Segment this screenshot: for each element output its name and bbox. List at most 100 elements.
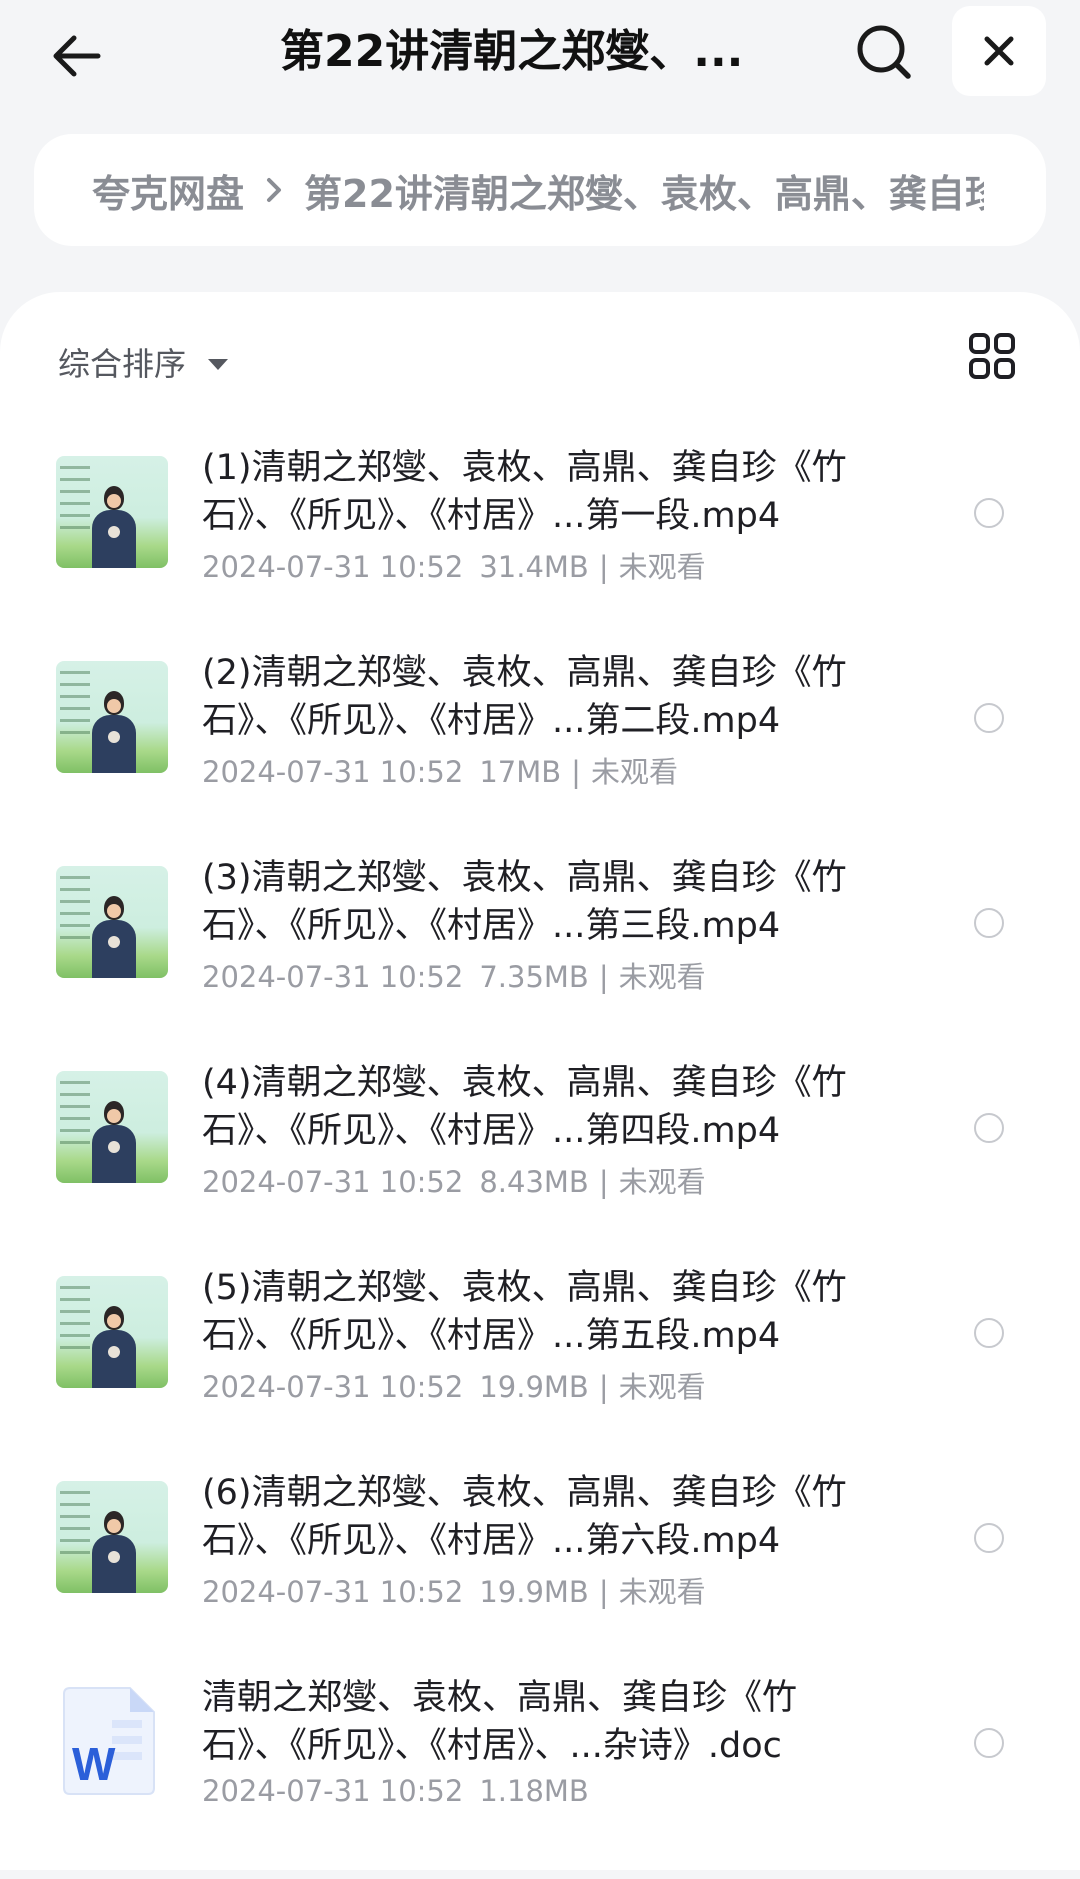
thumbnail-text-lines <box>60 1286 90 1356</box>
file-row[interactable]: (3)清朝之郑燮、袁枚、高鼎、龚自珍《竹石》、《所见》、《村居》...第三段.m… <box>0 854 1080 1059</box>
file-meta: 2024-07-31 10:52 17MB | 未观看 <box>202 749 678 791</box>
select-checkbox[interactable] <box>974 703 1004 733</box>
thumbnail-presenter <box>92 691 136 773</box>
file-row[interactable]: (6)清朝之郑燮、袁枚、高鼎、龚自珍《竹石》、《所见》、《村居》...第六段.m… <box>0 1469 1080 1674</box>
presenter-body <box>92 1125 136 1183</box>
file-row[interactable]: (2)清朝之郑燮、袁枚、高鼎、龚自珍《竹石》、《所见》、《村居》...第二段.m… <box>0 649 1080 854</box>
meta-divider: | <box>598 1165 609 1199</box>
thumbnail-text-lines <box>60 466 90 536</box>
thumbnail-text-lines <box>60 876 90 946</box>
file-row[interactable]: (4)清朝之郑燮、袁枚、高鼎、龚自珍《竹石》、《所见》、《村居》...第四段.m… <box>0 1059 1080 1264</box>
grid-view-button[interactable] <box>968 332 1024 388</box>
presenter-body <box>92 510 136 568</box>
file-name: (5)清朝之郑燮、袁枚、高鼎、龚自珍《竹石》、《所见》、《村居》...第五段.m… <box>202 1268 847 1356</box>
video-thumbnail[interactable] <box>56 866 168 978</box>
watch-status: 未观看 <box>618 1165 706 1199</box>
select-checkbox[interactable] <box>974 1318 1004 1348</box>
thumbnail-presenter <box>92 1101 136 1183</box>
video-thumbnail[interactable] <box>56 456 168 568</box>
watch-status: 未观看 <box>618 1370 706 1404</box>
presenter-face <box>107 1109 121 1123</box>
presenter-badge <box>108 1141 120 1153</box>
file-size: 19.9MB <box>479 1370 589 1404</box>
file-meta: 2024-07-31 10:52 19.9MB | 未观看 <box>202 1569 706 1611</box>
caret-down-icon <box>208 358 229 370</box>
file-size: 31.4MB <box>479 550 589 584</box>
file-size: 19.9MB <box>479 1575 589 1609</box>
file-date: 2024-07-31 10:52 <box>202 550 464 584</box>
video-thumbnail[interactable] <box>56 1276 168 1388</box>
thumbnail-text-lines <box>60 671 90 741</box>
select-checkbox[interactable] <box>974 1113 1004 1143</box>
close-icon <box>984 36 1014 66</box>
presenter-face <box>107 699 121 713</box>
page-title: 第22讲清朝之郑燮、... <box>280 26 744 77</box>
file-name: (4)清朝之郑燮、袁枚、高鼎、龚自珍《竹石》、《所见》、《村居》...第四段.m… <box>202 1063 847 1151</box>
file-row[interactable]: (1)清朝之郑燮、袁枚、高鼎、龚自珍《竹石》、《所见》、《村居》...第一段.m… <box>0 444 1080 649</box>
meta-divider: | <box>571 755 581 789</box>
presenter-face <box>107 494 121 508</box>
chevron-right-icon <box>266 177 282 203</box>
word-doc-icon[interactable]: W <box>62 1684 160 1796</box>
file-date: 2024-07-31 10:52 <box>202 1370 464 1404</box>
video-thumbnail[interactable] <box>56 1481 168 1593</box>
sort-dropdown[interactable]: 综合排序 <box>58 332 229 392</box>
meta-divider: | <box>598 550 609 584</box>
file-date: 2024-07-31 10:52 <box>202 1575 464 1609</box>
search-button[interactable] <box>848 16 920 88</box>
thumbnail-presenter <box>92 1511 136 1593</box>
thumbnail-presenter <box>92 1306 136 1388</box>
meta-divider: | <box>598 960 609 994</box>
select-checkbox[interactable] <box>974 1523 1004 1553</box>
thumbnail-text-lines <box>60 1081 90 1151</box>
file-list: (1)清朝之郑燮、袁枚、高鼎、龚自珍《竹石》、《所见》、《村居》...第一段.m… <box>0 444 1080 1879</box>
presenter-badge <box>108 731 120 743</box>
file-meta: 2024-07-31 10:52 19.9MB | 未观看 <box>202 1364 706 1406</box>
presenter-badge <box>108 526 120 538</box>
breadcrumb-current: 第22讲清朝之郑燮、袁枚、高鼎、龚自珍 <box>304 171 985 216</box>
breadcrumb-root[interactable]: 夸克网盘 <box>92 163 244 218</box>
thumbnail-presenter <box>92 486 136 568</box>
select-checkbox[interactable] <box>974 1728 1004 1758</box>
file-date: 2024-07-31 10:52 <box>202 960 464 994</box>
presenter-face <box>107 1519 121 1533</box>
thumbnail-presenter <box>92 896 136 978</box>
presenter-body <box>92 715 136 773</box>
file-date: 2024-07-31 10:52 <box>202 1774 464 1808</box>
video-thumbnail[interactable] <box>56 1071 168 1183</box>
meta-divider: | <box>598 1575 609 1609</box>
file-meta: 2024-07-31 10:52 7.35MB | 未观看 <box>202 954 706 996</box>
file-date: 2024-07-31 10:52 <box>202 755 464 789</box>
presenter-face <box>107 904 121 918</box>
video-thumbnail[interactable] <box>56 661 168 773</box>
file-meta: 2024-07-31 10:52 8.43MB | 未观看 <box>202 1159 706 1201</box>
file-name: (3)清朝之郑燮、袁枚、高鼎、龚自珍《竹石》、《所见》、《村居》...第三段.m… <box>202 858 847 946</box>
meta-divider: | <box>598 1370 609 1404</box>
file-name: (6)清朝之郑燮、袁枚、高鼎、龚自珍《竹石》、《所见》、《村居》...第六段.m… <box>202 1473 847 1561</box>
select-checkbox[interactable] <box>974 908 1004 938</box>
close-button[interactable] <box>952 6 1046 96</box>
file-meta: 2024-07-31 10:52 1.18MB <box>202 1774 589 1808</box>
file-size: 7.35MB <box>479 960 589 994</box>
file-name: (2)清朝之郑燮、袁枚、高鼎、龚自珍《竹石》、《所见》、《村居》...第二段.m… <box>202 653 847 741</box>
thumbnail-text-lines <box>60 1491 90 1561</box>
top-bar: 第22讲清朝之郑燮、... <box>0 0 1080 110</box>
back-button[interactable] <box>40 20 112 92</box>
select-checkbox[interactable] <box>974 498 1004 528</box>
file-row[interactable]: (5)清朝之郑燮、袁枚、高鼎、龚自珍《竹石》、《所见》、《村居》...第五段.m… <box>0 1264 1080 1469</box>
file-size: 1.18MB <box>479 1774 589 1808</box>
presenter-body <box>92 1535 136 1593</box>
presenter-face <box>107 1314 121 1328</box>
file-size: 8.43MB <box>479 1165 589 1199</box>
file-size: 17MB <box>479 755 562 789</box>
file-row[interactable]: W 清朝之郑燮、袁枚、高鼎、龚自珍《竹石》、《所见》、《村居》、...杂诗》.d… <box>0 1674 1080 1879</box>
breadcrumb: 夸克网盘 第22讲清朝之郑燮、袁枚、高鼎、龚自珍 <box>34 134 1046 246</box>
watch-status: 未观看 <box>618 550 706 584</box>
presenter-badge <box>108 1346 120 1358</box>
presenter-badge <box>108 1551 120 1563</box>
watch-status: 未观看 <box>618 960 706 994</box>
presenter-badge <box>108 936 120 948</box>
watch-status: 未观看 <box>590 755 678 789</box>
word-letter: W <box>72 1738 116 1790</box>
presenter-body <box>92 1330 136 1388</box>
